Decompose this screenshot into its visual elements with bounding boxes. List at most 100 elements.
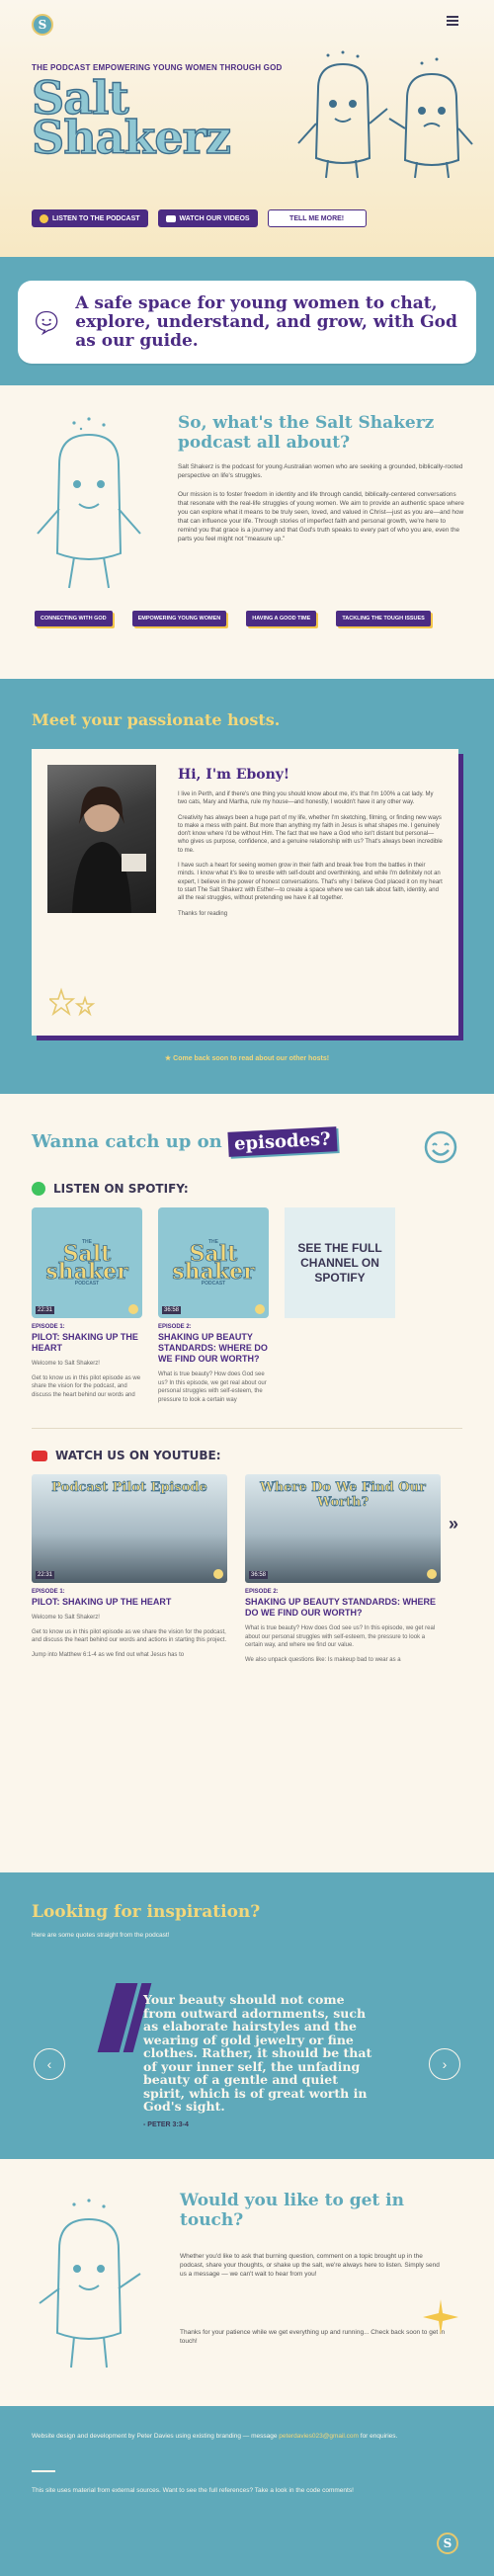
episode-duration: 22:31 [36, 1306, 55, 1314]
safe-space-card: A safe space for young women to chat, ex… [18, 281, 476, 364]
listen-button[interactable]: LISTEN TO THE PODCAST [32, 209, 148, 227]
quote-reference: - PETER 3:3-4 [143, 2121, 189, 2128]
episode-title[interactable]: PILOT: SHAKING UP THE HEART [32, 1597, 227, 1608]
play-icon[interactable] [128, 1304, 138, 1314]
contact-para-2: Thanks for your patience while we get ev… [180, 2329, 446, 2345]
thumbnail-title: Podcast Pilot Episode [51, 1480, 207, 1496]
play-icon[interactable] [213, 1569, 223, 1579]
video-thumbnail[interactable]: Podcast Pilot Episode 22:31 [32, 1474, 227, 1583]
cover-title-2: shaker [45, 1259, 128, 1285]
contact-heading: Would you like to get in touch? [180, 2191, 404, 2230]
inspiration-heading: Looking for inspiration? [32, 1902, 261, 1922]
play-icon[interactable] [255, 1304, 265, 1314]
host-bio: Hi, I'm Ebony! I live in Perth, and if t… [178, 767, 443, 918]
youtube-heading: WATCH US ON YOUTUBE: [32, 1449, 462, 1462]
episode-desc-2: We also unpack questions like: Is makeup… [245, 1656, 401, 1663]
arrow-right-icon[interactable]: › [429, 2048, 460, 2080]
pill-good-time: HAVING A GOOD TIME [246, 611, 317, 626]
tell-me-more-button[interactable]: TELL ME MORE! [267, 209, 367, 227]
episode-title[interactable]: SHAKING UP BEAUTY STANDARDS: WHERE DO WE… [158, 1332, 269, 1365]
listen-button-label: LISTEN TO THE PODCAST [52, 214, 140, 222]
video-duration: 22:31 [36, 1571, 55, 1579]
episode-cover: THE Salt shaker PODCAST 36:58 [158, 1207, 269, 1318]
spotify-icon [40, 213, 48, 223]
video-thumbnail[interactable]: Where Do We Find Our Worth? 36:58 [245, 1474, 441, 1583]
chat-smile-icon [35, 310, 58, 336]
footer-logo[interactable]: S [437, 2533, 458, 2554]
youtube-episode-card[interactable]: Podcast Pilot Episode 22:31 EPISODE 1: P… [32, 1474, 227, 1664]
episode-label: EPISODE 2: [245, 1589, 279, 1595]
cover-title-2: shaker [172, 1259, 255, 1285]
episode-title[interactable]: PILOT: SHAKING UP THE HEART [32, 1332, 142, 1354]
spotify-heading: LISTEN ON SPOTIFY: [32, 1182, 462, 1196]
episode-label: EPISODE 1: [32, 1589, 65, 1595]
footer-credit-end: for enquiries. [360, 2433, 398, 2440]
episodes-heading: Wanna catch up on episodes? [32, 1126, 462, 1157]
chevron-right-double-icon[interactable]: » [449, 1514, 458, 1535]
thumbnail-title: Where Do We Find Our Worth? [260, 1480, 426, 1511]
pill-empowering: EMPOWERING YOUNG WOMEN [131, 611, 227, 626]
about-para-1: Salt Shakerz is the podcast for young Au… [178, 463, 463, 479]
see-full-channel-button[interactable]: SEE THE FULL CHANNEL ON SPOTIFY [285, 1207, 395, 1318]
episode-label: EPISODE 2: [158, 1324, 192, 1330]
footer-credit: Website design and development by Peter … [32, 2432, 462, 2441]
youtube-heading-label: WATCH US ON YOUTUBE: [55, 1449, 221, 1462]
episode-desc: Welcome to Salt Shakerz! [32, 1615, 100, 1620]
pill-connecting: CONNECTING WITH GOD [35, 611, 113, 626]
about-section: So, what's the Salt Shakerz podcast all … [0, 385, 494, 679]
contact-section: Would you like to get in touch? Whether … [0, 2159, 494, 2406]
salt-shaker-mascot [37, 417, 141, 589]
spotify-episode-card[interactable]: THE Salt shaker PODCAST 22:31 EPISODE 1:… [32, 1207, 142, 1404]
episode-desc-2: Get to know us in this pilot episode as … [32, 1628, 227, 1644]
spotify-heading-label: LISTEN ON SPOTIFY: [53, 1182, 189, 1196]
footer-credit-text: Website design and development by Peter … [32, 2433, 278, 2440]
inspiration-subheading: Here are some quotes straight from the p… [32, 1932, 170, 1939]
more-hosts-note: ★ Come back soon to read about our other… [0, 1054, 494, 1062]
salt-shaker-illustration [297, 50, 473, 179]
about-heading: So, what's the Salt Shakerz podcast all … [178, 413, 435, 453]
hosts-section: Meet your passionate hosts. Hi, I'm Ebon… [0, 679, 494, 1094]
host-name: Hi, I'm Ebony! [178, 767, 290, 783]
divider [32, 1428, 462, 1429]
youtube-icon [165, 214, 176, 222]
episodes-heading-tag: episodes? [227, 1126, 338, 1157]
host-para-2: Creativity has always been a huge part o… [178, 814, 443, 854]
host-para-1: I live in Perth, and if there's one thin… [178, 791, 434, 806]
logo-letter: S [38, 18, 47, 32]
host-card: Hi, I'm Ebony! I live in Perth, and if t… [32, 749, 458, 1036]
youtube-episode-card[interactable]: Where Do We Find Our Worth? 36:58 EPISOD… [245, 1474, 441, 1664]
episode-desc-2: Get to know us in this pilot episode as … [32, 1374, 141, 1398]
play-icon[interactable] [427, 1569, 437, 1579]
hero-section: S THE PODCAST EMPOWERING YOUNG WOMEN THR… [0, 0, 494, 257]
episode-desc: What is true beauty? How does God see us… [245, 1625, 436, 1648]
watch-button[interactable]: WATCH OUR VIDEOS [157, 209, 258, 227]
episode-title[interactable]: SHAKING UP BEAUTY STANDARDS: WHERE DO WE… [245, 1597, 441, 1619]
spotify-episode-card[interactable]: THE Salt shaker PODCAST 36:58 EPISODE 2:… [158, 1207, 269, 1404]
arrow-left-icon[interactable]: ‹ [34, 2048, 65, 2080]
more-hosts-text: Come back soon to read about our other h… [173, 1055, 330, 1062]
footer-note: This site uses material from external so… [32, 2486, 354, 2494]
pill-tough-issues: TACKLING THE TOUGH ISSUES [336, 611, 431, 626]
spotify-icon [32, 1182, 45, 1196]
site-logo[interactable]: S [32, 14, 53, 36]
hosts-heading: Meet your passionate hosts. [32, 710, 281, 729]
sparkle-icon [423, 2299, 458, 2335]
episode-desc-3: Jump into Matthew 6:1-4 as we find out w… [32, 1651, 185, 1658]
episode-desc: What is true beauty? How does God see us… [158, 1371, 267, 1403]
footer-divider [32, 2470, 55, 2472]
contact-para-1: Whether you'd like to ask that burning q… [180, 2253, 440, 2278]
host-para-4: Thanks for reading [178, 910, 228, 917]
footer-email-link[interactable]: peterdavies023@gmail.com [279, 2433, 359, 2440]
inspiration-section: Looking for inspiration? Here are some q… [0, 1872, 494, 2159]
tell-me-more-label: TELL ME MORE! [289, 214, 345, 222]
quote-text: Your beauty should not come from outward… [143, 1992, 372, 2114]
video-duration: 36:58 [249, 1571, 269, 1579]
footer: Website design and development by Peter … [0, 2406, 494, 2576]
star-icon: ★ [164, 1055, 174, 1062]
stars-icon [49, 987, 96, 1017]
watch-button-label: WATCH OUR VIDEOS [179, 214, 250, 222]
safe-space-section: A safe space for young women to chat, ex… [0, 257, 494, 385]
episode-label: EPISODE 1: [32, 1324, 65, 1330]
host-photo [47, 765, 156, 913]
hamburger-icon[interactable] [447, 16, 458, 26]
